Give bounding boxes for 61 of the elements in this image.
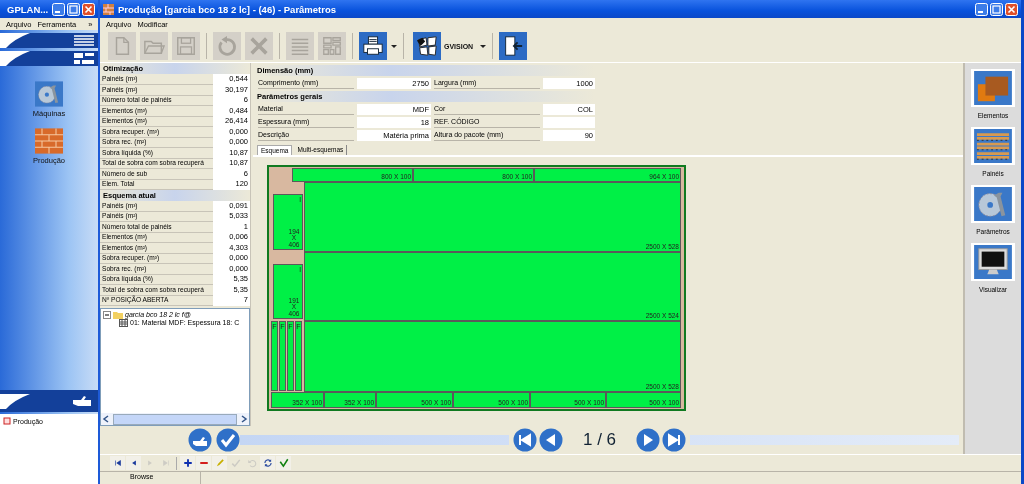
saw-blade-icon xyxy=(35,81,63,107)
close-icon[interactable] xyxy=(82,2,96,16)
cross-icon xyxy=(248,35,270,57)
window-title: Produção [garcia bco 18 2 lc] - (46) - Parâmetros xyxy=(118,3,338,15)
minimize-icon[interactable] xyxy=(52,2,66,16)
undo-icon xyxy=(246,458,257,468)
last-page-icon[interactable] xyxy=(662,428,687,452)
scroll-right-icon[interactable] xyxy=(239,414,249,424)
check-button[interactable] xyxy=(276,456,291,470)
saw-blade-icon xyxy=(973,187,1013,221)
page-curl-icon xyxy=(0,33,30,48)
document-icon xyxy=(3,417,11,425)
scroll-left-icon[interactable] xyxy=(101,414,111,424)
app-icon xyxy=(103,3,114,15)
layout-icon xyxy=(321,35,343,57)
checkmark-icon xyxy=(230,458,241,468)
monitor-icon xyxy=(973,245,1013,279)
maximize-icon[interactable] xyxy=(990,2,1003,16)
scrollbar[interactable] xyxy=(101,413,249,425)
minimize-icon[interactable] xyxy=(975,2,988,16)
remove-button[interactable] xyxy=(196,456,211,470)
last-record-icon xyxy=(160,458,171,468)
caret-icon[interactable] xyxy=(391,44,397,48)
bricks-icon xyxy=(35,128,63,154)
hand-icon xyxy=(72,394,92,408)
first-record-icon xyxy=(112,458,123,468)
exit-button[interactable] xyxy=(499,32,528,60)
refresh-button[interactable] xyxy=(260,456,275,470)
prev-button[interactable] xyxy=(126,456,141,470)
folder-icon xyxy=(113,310,123,319)
print-button[interactable] xyxy=(359,32,387,60)
add-button[interactable] xyxy=(180,456,195,470)
boards-icon xyxy=(973,71,1013,105)
sidebar-header[interactable] xyxy=(0,390,98,412)
close-icon[interactable] xyxy=(1005,2,1018,16)
window-title: GPLAN... xyxy=(7,3,49,15)
window-panes-icon xyxy=(416,35,438,57)
hand-icon[interactable] xyxy=(188,428,212,452)
checkmark-icon xyxy=(278,458,289,468)
undo-icon xyxy=(216,35,238,57)
plus-icon xyxy=(182,458,193,468)
exit-door-icon xyxy=(502,35,525,57)
checkmark-icon[interactable] xyxy=(216,428,240,452)
pencil-icon xyxy=(214,458,225,468)
first-button[interactable] xyxy=(110,456,125,470)
page-curl-icon xyxy=(0,393,30,409)
printer-icon xyxy=(362,35,384,57)
page-curl-icon xyxy=(0,51,30,66)
refresh-icon xyxy=(262,458,273,468)
sidebar-header[interactable] xyxy=(0,33,98,48)
next-page-icon[interactable] xyxy=(636,428,661,452)
maximize-icon[interactable] xyxy=(67,2,81,16)
first-page-icon[interactable] xyxy=(512,428,537,452)
previous-page-icon[interactable] xyxy=(538,428,563,452)
grid-icon xyxy=(119,318,128,327)
input-field[interactable] xyxy=(543,117,595,128)
page-indicator: 1 / 6 xyxy=(581,430,618,450)
sidebar-header[interactable] xyxy=(0,51,98,66)
collapse-icon[interactable] xyxy=(103,310,111,319)
caret-icon[interactable] xyxy=(480,44,487,48)
layout-icon xyxy=(73,52,95,65)
